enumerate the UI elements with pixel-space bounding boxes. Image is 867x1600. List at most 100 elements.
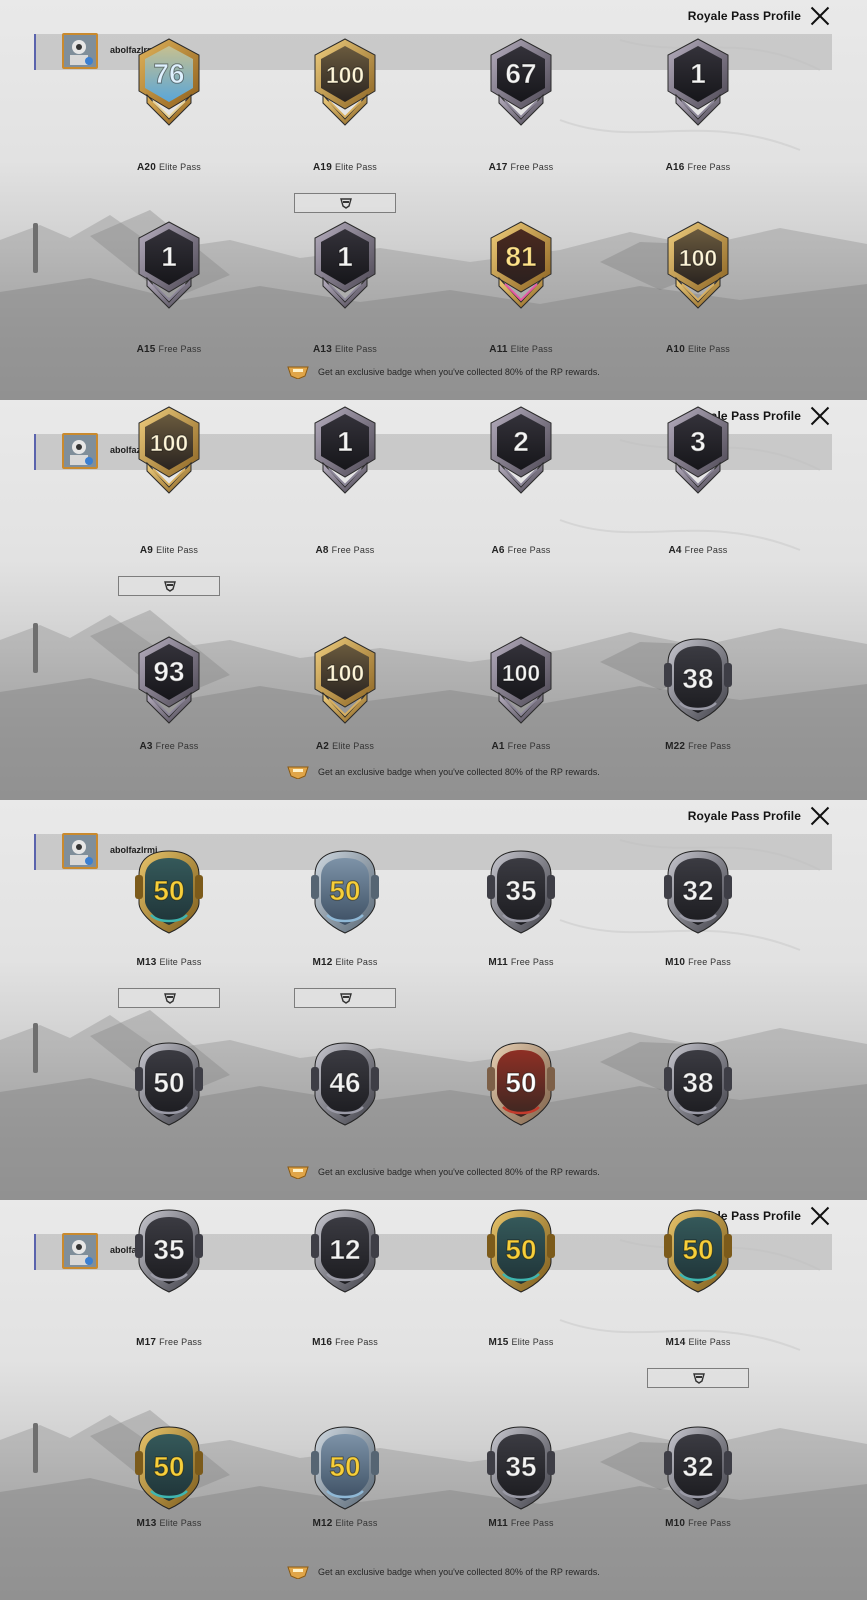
season-code: A8 <box>315 545 329 556</box>
rp-badge-ace-free[interactable]: 3 <box>662 403 734 497</box>
scrollbar[interactable] <box>33 223 38 273</box>
rp-badge-m-elite-teal[interactable]: 50 <box>485 1204 557 1298</box>
pass-type: Free Pass <box>331 545 375 555</box>
rp-badge-ace-free[interactable]: 2 <box>485 403 557 497</box>
rp-badge-ace-elite-gold[interactable]: 100 <box>309 35 381 129</box>
badge-label: A6 Free Pass <box>456 545 586 556</box>
svg-text:81: 81 <box>505 241 536 272</box>
rp-badge-m-free[interactable]: 35 <box>485 1421 557 1515</box>
svg-text:100: 100 <box>326 62 364 88</box>
svg-text:100: 100 <box>326 660 364 686</box>
rp-badge-ace-elite-gold[interactable]: 100 <box>662 218 734 312</box>
scrollbar[interactable] <box>33 1023 38 1073</box>
rp-badge-ace-free[interactable]: 1 <box>133 218 205 312</box>
svg-text:50: 50 <box>153 875 184 906</box>
pass-type: Elite Pass <box>332 741 375 751</box>
pass-type: Free Pass <box>507 545 551 555</box>
avatar[interactable] <box>62 1233 98 1269</box>
header-title: Royale Pass Profile <box>687 809 801 823</box>
header-title: Royale Pass Profile <box>687 9 801 23</box>
svg-text:100: 100 <box>502 660 540 686</box>
footer-text: Get an exclusive badge when you've colle… <box>318 1567 600 1577</box>
rp-badge-ace-free[interactable]: 100 <box>485 633 557 727</box>
svg-text:1: 1 <box>337 241 353 272</box>
pass-type: Free Pass <box>335 1337 378 1347</box>
svg-text:50: 50 <box>329 1451 360 1482</box>
rp-profile-screen: Royale Pass Profile abolfazlrmj 50 M13 E… <box>0 800 867 1200</box>
rp-badge-m-free[interactable]: 35 <box>133 1204 205 1298</box>
equip-badge-button[interactable] <box>294 988 396 1008</box>
rp-badge-m-free[interactable]: 32 <box>662 1421 734 1515</box>
badge-label: M12 Elite Pass <box>280 1518 410 1529</box>
rp-badge-m-free[interactable]: 35 <box>485 845 557 939</box>
season-code: M13 <box>136 957 157 968</box>
pass-type: Free Pass <box>688 1518 731 1528</box>
rp-badge-m-free[interactable]: 32 <box>662 845 734 939</box>
rp-badge-m-free[interactable]: 38 <box>662 633 734 727</box>
season-code: A6 <box>491 545 505 556</box>
equip-badge-button[interactable] <box>118 988 220 1008</box>
pass-type: Free Pass <box>510 1518 554 1528</box>
badge-label: M10 Free Pass <box>633 1518 763 1529</box>
rp-badge-ace-elite-blue[interactable]: 76 <box>133 35 205 129</box>
rp-badge-ace-elite-gold[interactable]: 100 <box>309 633 381 727</box>
pass-type: Free Pass <box>158 344 202 354</box>
avatar[interactable] <box>62 33 98 69</box>
avatar[interactable] <box>62 433 98 469</box>
pass-type: Free Pass <box>687 162 731 172</box>
season-code: A4 <box>668 545 682 556</box>
badge-label: M11 Free Pass <box>456 957 586 968</box>
rp-badge-ace-free[interactable]: 67 <box>485 35 557 129</box>
pass-type: Elite Pass <box>158 162 201 172</box>
rp-badge-ace-free[interactable]: 93 <box>133 633 205 727</box>
equip-badge-button[interactable] <box>647 1368 749 1388</box>
season-code: A13 <box>313 344 332 355</box>
close-icon[interactable] <box>809 805 831 827</box>
exclusive-badge-icon <box>287 1563 309 1584</box>
rp-badge-ace-elite-gold[interactable]: 100 <box>133 403 205 497</box>
season-code: A15 <box>136 344 156 355</box>
season-code: M15 <box>488 1337 509 1348</box>
rp-badge-ace-free[interactable]: 1 <box>309 218 381 312</box>
svg-text:100: 100 <box>150 430 188 456</box>
rp-badge-m-elite-teal[interactable]: 50 <box>133 1421 205 1515</box>
pass-type: Elite Pass <box>511 1337 554 1347</box>
rp-badge-m-elite-teal[interactable]: 50 <box>133 845 205 939</box>
equip-badge-button[interactable] <box>118 576 220 596</box>
rp-badge-m-elite-red[interactable]: 50 <box>485 1037 557 1131</box>
rp-profile-screen: Royale Pass Profile abolfazlrmj 35 M17 F… <box>0 1200 867 1600</box>
equip-badge-button[interactable] <box>294 193 396 213</box>
svg-text:50: 50 <box>682 1234 713 1265</box>
svg-text:2: 2 <box>513 426 529 457</box>
footer-hint: Get an exclusive badge when you've colle… <box>0 1161 867 1185</box>
svg-text:50: 50 <box>505 1234 536 1265</box>
season-code: M14 <box>665 1337 686 1348</box>
svg-text:35: 35 <box>153 1234 184 1265</box>
close-icon[interactable] <box>809 405 831 427</box>
rp-badge-m-free[interactable]: 12 <box>309 1204 381 1298</box>
season-code: M12 <box>312 1518 333 1529</box>
rp-badge-m-free[interactable]: 46 <box>309 1037 381 1131</box>
rp-badge-m-elite-silver[interactable]: 50 <box>309 845 381 939</box>
scrollbar[interactable] <box>33 1423 38 1473</box>
rp-badge-ace-free[interactable]: 1 <box>662 35 734 129</box>
pass-type: Elite Pass <box>688 1337 731 1347</box>
rp-badge-ace-free[interactable]: 1 <box>309 403 381 497</box>
close-icon[interactable] <box>809 5 831 27</box>
scrollbar[interactable] <box>33 623 38 673</box>
rp-badge-ace-elite-pink[interactable]: 81 <box>485 218 557 312</box>
rp-badge-m-free[interactable]: 38 <box>662 1037 734 1131</box>
pass-type: Elite Pass <box>335 957 378 967</box>
rp-badge-m-elite-teal[interactable]: 50 <box>662 1204 734 1298</box>
season-code: A3 <box>139 741 153 752</box>
svg-text:50: 50 <box>505 1067 536 1098</box>
avatar[interactable] <box>62 833 98 869</box>
rp-badge-m-free[interactable]: 50 <box>133 1037 205 1131</box>
season-code: M10 <box>665 1518 686 1529</box>
svg-text:12: 12 <box>329 1234 360 1265</box>
rp-badge-m-elite-silver[interactable]: 50 <box>309 1421 381 1515</box>
season-code: M17 <box>136 1337 157 1348</box>
svg-text:1: 1 <box>337 426 353 457</box>
close-icon[interactable] <box>809 1205 831 1227</box>
badge-label: M16 Free Pass <box>280 1337 410 1348</box>
